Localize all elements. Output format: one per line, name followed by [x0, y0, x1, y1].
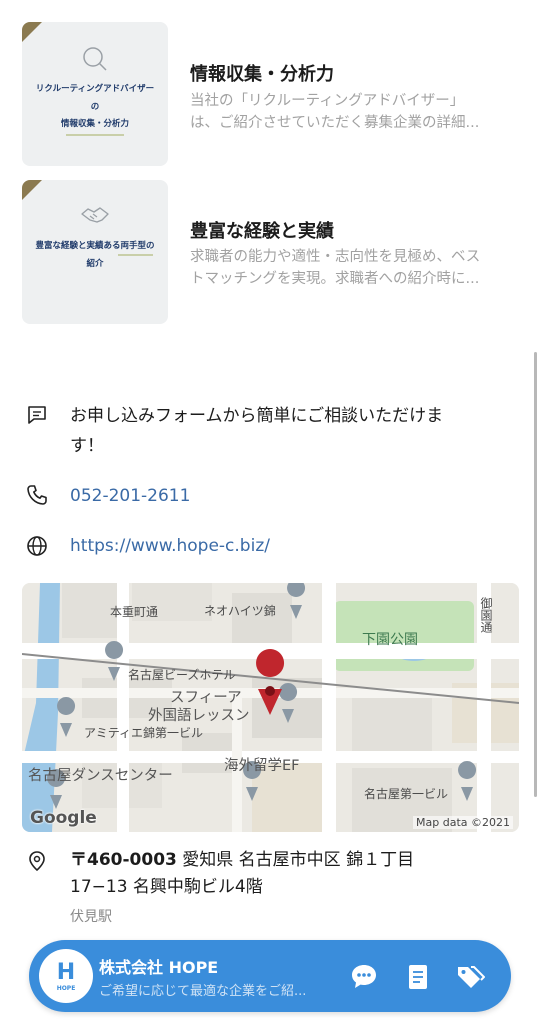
map-label: 海外留学EF	[224, 758, 300, 774]
website-link[interactable]: https://www.hope-c.biz/	[70, 531, 270, 561]
map-label: 外国語レッスン	[148, 708, 250, 724]
phone-icon	[27, 485, 47, 505]
map-label: ネオハイツ錦	[204, 604, 276, 618]
feature-card[interactable]: リクルーティングアドバイザー の 情報収集・分析力 情報収集・分析力 当社の「リ…	[22, 22, 517, 168]
map-view[interactable]: 本重町通 ネオハイツ錦 下園公園 御園通 名古屋ビーズホテル スフィーア 外国語…	[22, 583, 519, 832]
handshake-icon	[81, 207, 109, 223]
map-attribution[interactable]: Map data ©2021	[413, 816, 513, 829]
thumb-caption: の	[90, 102, 100, 112]
map-label: 名古屋ビーズホテル	[128, 668, 236, 682]
card-description: 当社の「リクルーティングアドバイザー」 は、ご紹介させていただく募集企業の詳細.…	[190, 93, 480, 131]
magnifier-icon	[83, 47, 107, 71]
corner-ribbon	[22, 22, 42, 42]
feature-card[interactable]: 豊富な経験と実績ある両手型の 紹介 豊富な経験と実績 求職者の能力や適性・志向性…	[22, 180, 517, 326]
globe-icon	[27, 536, 47, 556]
thumb-underline	[65, 134, 125, 136]
thumb-caption: 豊富な経験と実績ある両手型の	[35, 241, 155, 251]
address: 〒460-0003 愛知県 名古屋市中区 錦１丁目 17−13 名興中駒ビル4階	[70, 850, 415, 897]
map-label: 名古屋ダンスセンター	[28, 768, 173, 784]
message-icon	[28, 406, 46, 424]
phone-link[interactable]: 052-201-2611	[70, 481, 190, 511]
company-bottom-bar[interactable]: H HOPE 株式会社 HOPE ご希望に応じて最適な企業をご紹...	[29, 940, 511, 1012]
scrollbar[interactable]	[534, 352, 537, 797]
thumb-caption: リクルーティングアドバイザー	[35, 84, 155, 94]
document-icon[interactable]	[403, 962, 433, 992]
company-subtitle: ご希望に応じて最適な企業をご紹...	[99, 984, 307, 999]
map-label: アミティエ錦第一ビル	[84, 726, 204, 740]
card-description: 求職者の能力や適性・志向性を見極め、ベス トマッチングを実現。求職者への紹介時に…	[190, 249, 481, 287]
postal-code: 〒460-0003	[70, 850, 177, 870]
map-label: 御園通	[479, 597, 493, 633]
location-icon	[29, 851, 45, 872]
thumb-underline	[118, 254, 154, 256]
card-title: 情報収集・分析力	[190, 64, 334, 85]
map-label: 本重町通	[110, 605, 159, 619]
tags-icon[interactable]	[455, 962, 485, 992]
google-logo: Google	[30, 808, 97, 828]
chat-icon[interactable]	[349, 962, 379, 992]
thumb-caption: 紹介	[86, 259, 104, 269]
card-thumbnail: リクルーティングアドバイザー の 情報収集・分析力	[22, 22, 168, 166]
corner-ribbon	[22, 180, 42, 200]
map-label: 名古屋第一ビル	[364, 787, 449, 801]
company-name: 株式会社 HOPE	[99, 958, 219, 977]
company-logo: H HOPE	[39, 949, 93, 1003]
card-title: 豊富な経験と実績	[190, 221, 334, 242]
nearest-station: 伏見駅	[70, 909, 112, 925]
card-thumbnail: 豊富な経験と実績ある両手型の 紹介	[22, 180, 168, 324]
thumb-caption: 情報収集・分析力	[60, 119, 129, 129]
map-label: 下園公園	[362, 632, 418, 648]
contact-message: お申し込みフォームから簡単にご相談いただけま す！	[70, 406, 444, 456]
